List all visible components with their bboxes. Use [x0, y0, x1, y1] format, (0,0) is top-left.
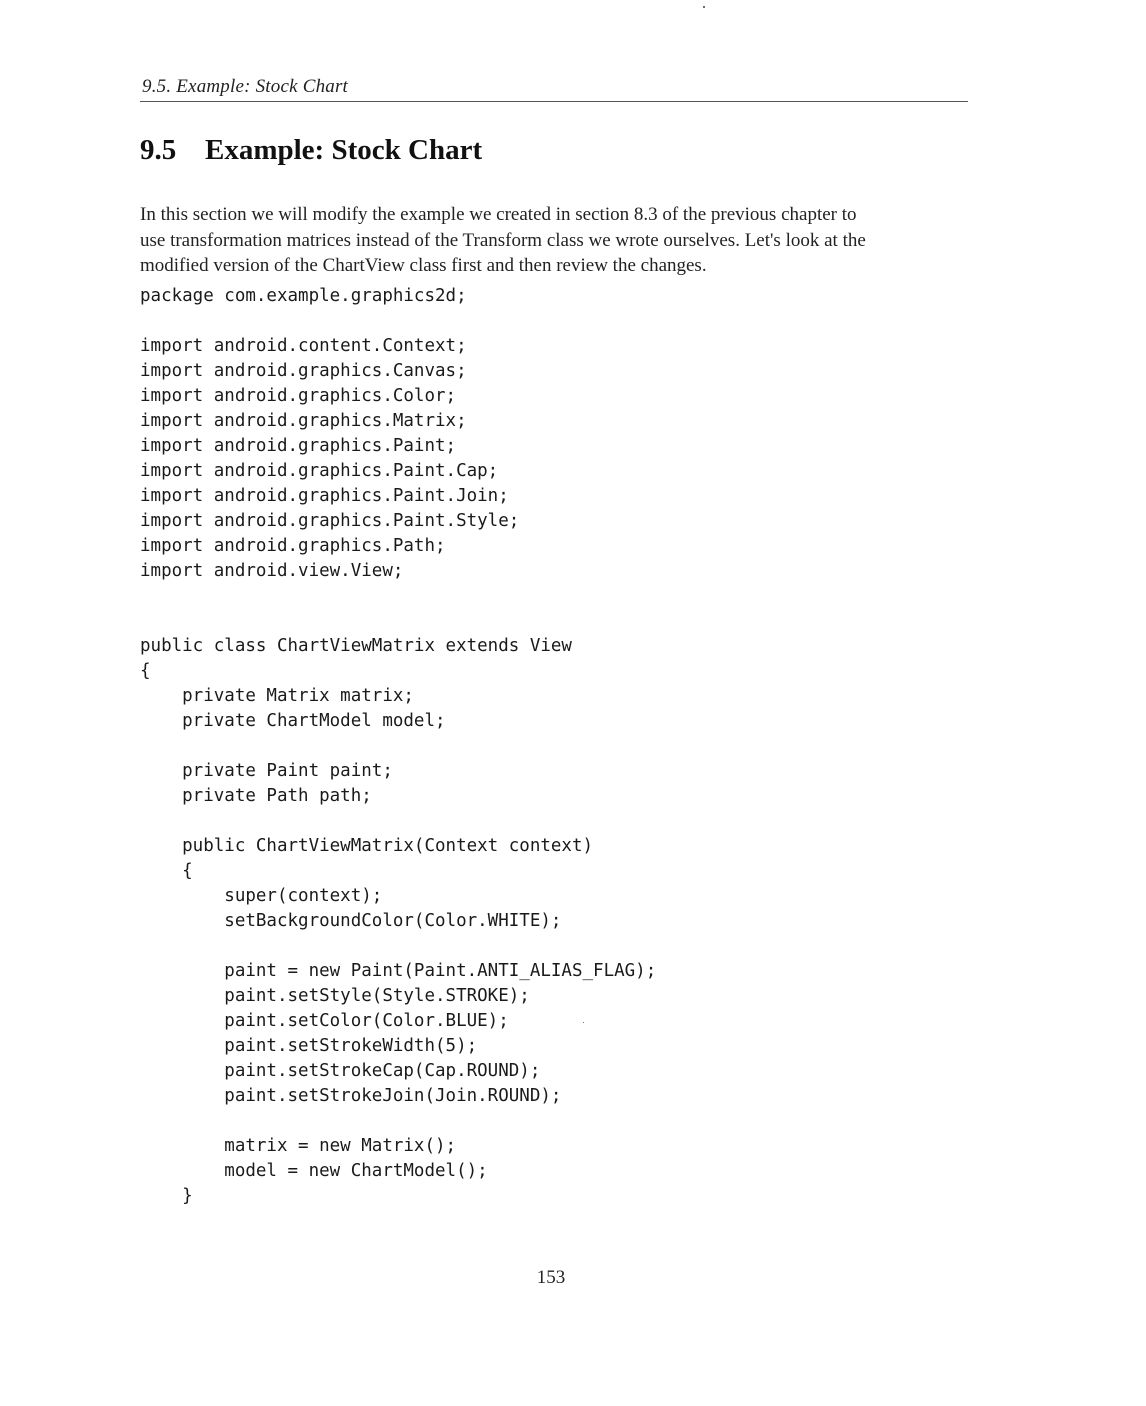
code-line: }: [140, 1186, 193, 1206]
page-number: 153: [536, 1267, 566, 1288]
header-rule: [140, 101, 968, 102]
code-line: import android.view.View;: [140, 561, 404, 581]
code-line: import android.graphics.Paint.Join;: [140, 486, 509, 506]
code-line: import android.graphics.Paint;: [140, 436, 457, 456]
intro-line: modified version of the ChartView class …: [140, 255, 707, 276]
code-line: import android.graphics.Paint.Cap;: [140, 461, 499, 481]
intro-line: In this section we will modify the examp…: [140, 204, 857, 225]
code-line: paint.setStrokeCap(Cap.ROUND);: [140, 1061, 541, 1081]
code-line: paint = new Paint(Paint.ANTI_ALIAS_FLAG)…: [140, 961, 657, 981]
code-line: import android.graphics.Path;: [140, 536, 446, 556]
intro-paragraph: In this section we will modify the examp…: [140, 202, 980, 279]
code-line: matrix = new Matrix();: [140, 1136, 457, 1156]
code-line: private Paint paint;: [140, 761, 393, 781]
section-heading: 9.5 Example: Stock Chart: [140, 134, 482, 167]
code-line: private Matrix matrix;: [140, 686, 414, 706]
section-number: 9.5: [140, 134, 177, 166]
code-line: import android.graphics.Matrix;: [140, 411, 467, 431]
code-line: super(context);: [140, 886, 383, 906]
section-title: Example: Stock Chart: [205, 134, 483, 166]
intro-line: use transformation matrices instead of t…: [140, 229, 866, 251]
code-line: paint.setStrokeWidth(5);: [140, 1036, 478, 1056]
code-line: package com.example.graphics2d;: [140, 286, 467, 306]
code-line: paint.setStyle(Style.STROKE);: [140, 986, 530, 1006]
code-line: public class ChartViewMatrix extends Vie…: [140, 636, 572, 656]
code-line: private Path path;: [140, 786, 372, 806]
book-page: { "header": { "running_title": "9.5. Exa…: [0, 0, 1146, 1406]
scan-speck: [583, 1022, 584, 1023]
code-line: paint.setStrokeJoin(Join.ROUND);: [140, 1086, 562, 1106]
code-line: import android.graphics.Canvas;: [140, 361, 467, 381]
code-line: private ChartModel model;: [140, 711, 446, 731]
scan-speck: [703, 6, 705, 8]
code-line: setBackgroundColor(Color.WHITE);: [140, 911, 562, 931]
code-line: {: [140, 661, 151, 681]
code-line: {: [140, 861, 193, 881]
code-line: paint.setColor(Color.BLUE);: [140, 1011, 509, 1031]
code-line: model = new ChartModel();: [140, 1161, 488, 1181]
code-line: import android.content.Context;: [140, 336, 467, 356]
code-line: public ChartViewMatrix(Context context): [140, 836, 594, 856]
running-header: 9.5. Example: Stock Chart: [142, 76, 349, 97]
code-line: import android.graphics.Color;: [140, 386, 457, 406]
code-listing: package com.example.graphics2d; import an…: [140, 284, 656, 1209]
code-line: import android.graphics.Paint.Style;: [140, 511, 520, 531]
